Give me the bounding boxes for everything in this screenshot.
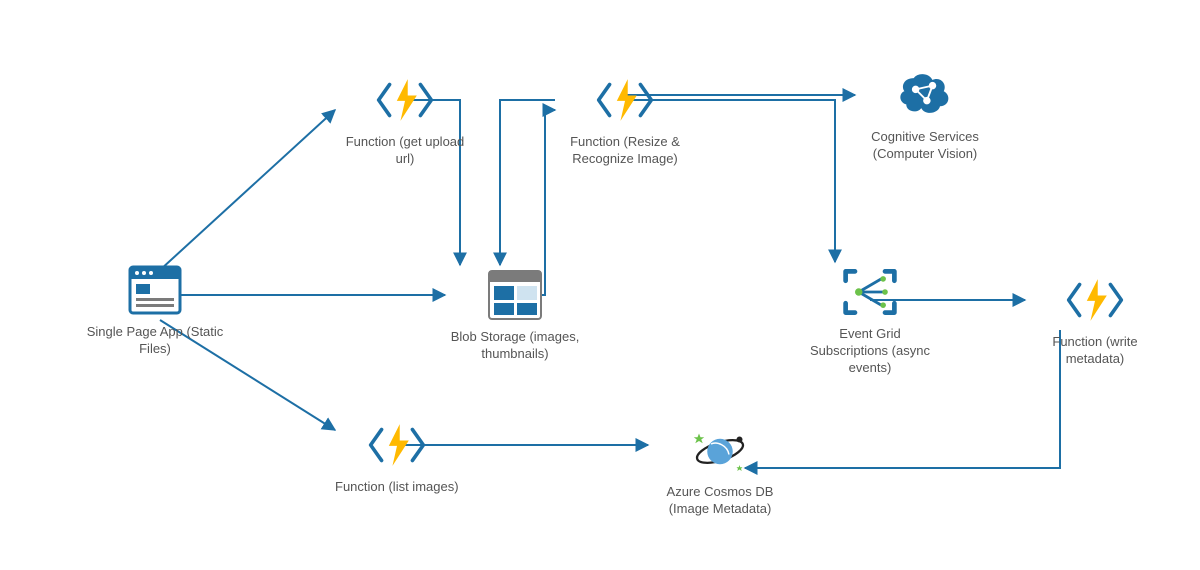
function-icon	[595, 70, 655, 130]
eventgrid-label: Event Grid Subscriptions (async events)	[800, 326, 940, 377]
node-spa: Single Page App (Static Files)	[85, 260, 225, 358]
browser-icon	[125, 260, 185, 320]
cosmos-db-icon	[690, 420, 750, 480]
function-icon	[375, 70, 435, 130]
event-grid-icon	[840, 262, 900, 322]
node-cognitive: Cognitive Services (Computer Vision)	[855, 65, 995, 163]
fn-write-label: Function (write metadata)	[1025, 334, 1165, 368]
node-fn-upload: Function (get upload url)	[335, 70, 475, 168]
node-cosmos: Azure Cosmos DB (Image Metadata)	[650, 420, 790, 518]
node-blob: Blob Storage (images, thumbnails)	[445, 265, 585, 363]
storage-icon	[485, 265, 545, 325]
spa-label: Single Page App (Static Files)	[85, 324, 225, 358]
fn-list-label: Function (list images)	[335, 479, 459, 496]
function-icon	[367, 415, 427, 475]
brain-icon	[895, 65, 955, 125]
node-eventgrid: Event Grid Subscriptions (async events)	[800, 262, 940, 377]
function-icon	[1065, 270, 1125, 330]
cosmos-label: Azure Cosmos DB (Image Metadata)	[650, 484, 790, 518]
cognitive-label: Cognitive Services (Computer Vision)	[855, 129, 995, 163]
node-fn-write: Function (write metadata)	[1025, 270, 1165, 368]
fn-resize-label: Function (Resize & Recognize Image)	[555, 134, 695, 168]
fn-upload-label: Function (get upload url)	[335, 134, 475, 168]
node-fn-list: Function (list images)	[335, 415, 459, 496]
blob-label: Blob Storage (images, thumbnails)	[445, 329, 585, 363]
node-fn-resize: Function (Resize & Recognize Image)	[555, 70, 695, 168]
